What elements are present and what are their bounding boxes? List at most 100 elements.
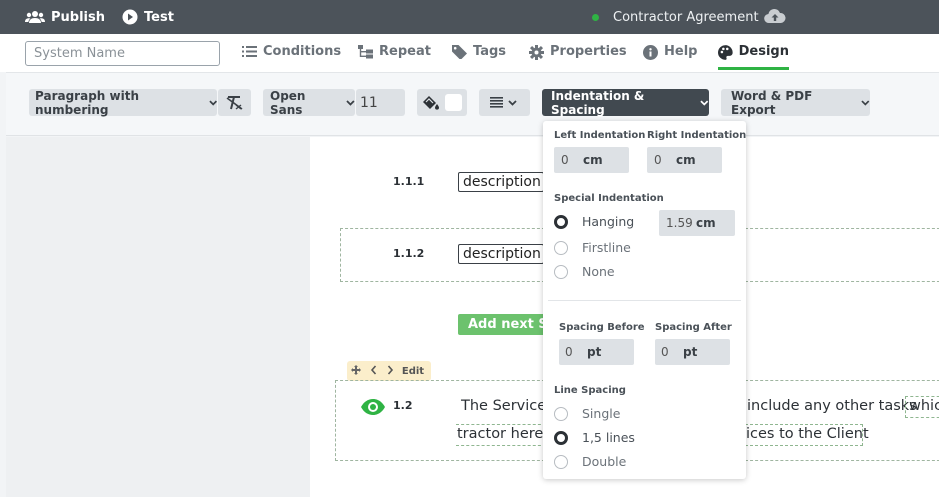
tab-conditions-label: Conditions	[263, 44, 342, 59]
clause-number: 1.2	[393, 399, 413, 412]
clause-text-1a: The Services	[461, 398, 554, 414]
tab-help-label: Help	[664, 44, 698, 59]
font-size-input[interactable]: 11	[356, 89, 405, 116]
test-button[interactable]: Test	[122, 0, 174, 34]
right-indentation-input[interactable]: 0 cm	[647, 147, 722, 173]
list-icon	[242, 46, 257, 57]
clause-text-2a: tractor hereb	[457, 426, 553, 442]
tab-repeat-label: Repeat	[379, 44, 431, 59]
tag-icon	[452, 45, 467, 59]
tab-tags-label: Tags	[473, 44, 507, 59]
left-pane	[6, 137, 310, 497]
clause-text-2b: ices to the Client	[746, 426, 869, 442]
font-family-select[interactable]: Open Sans	[263, 88, 355, 117]
chevron-left-icon[interactable]	[365, 364, 382, 378]
description-field[interactable]: description	[458, 244, 544, 264]
chevron-right-icon[interactable]	[382, 364, 399, 378]
test-label: Test	[144, 9, 174, 25]
document-title-text: Contractor Agreement	[613, 9, 759, 25]
firstline-label: Firstline	[582, 240, 631, 255]
palette-icon	[718, 45, 733, 60]
tab-conditions[interactable]: Conditions	[242, 42, 341, 70]
left-indentation-value: 0	[561, 153, 569, 167]
export-select[interactable]: Word & PDF Export	[721, 89, 870, 117]
spacing-before-input[interactable]: 0 pt	[559, 339, 634, 365]
fill-color-button[interactable]	[417, 89, 467, 116]
left-indentation-input[interactable]: 0 cm	[554, 147, 629, 173]
clause-block	[335, 380, 550, 461]
gear-icon	[529, 45, 544, 60]
spacing-after-input[interactable]: 0 pt	[655, 339, 730, 365]
paint-bucket-icon	[423, 95, 439, 110]
single-radio[interactable]	[554, 407, 568, 421]
double-radio[interactable]	[554, 455, 568, 469]
description-field[interactable]: description	[458, 172, 544, 192]
move-icon[interactable]	[347, 364, 365, 378]
tab-design[interactable]: Design	[718, 42, 789, 70]
left-indentation-unit: cm	[583, 153, 603, 167]
section-block-right	[745, 228, 939, 282]
chevron-down-icon	[508, 99, 517, 106]
special-indentation-input[interactable]: 1.59 cm	[659, 210, 735, 236]
item-number: 1.1.2	[393, 247, 425, 260]
spacing-after-value: 0	[661, 345, 669, 359]
panel-divider	[548, 300, 741, 301]
indentation-spacing-label: Indentation & Spacing	[551, 88, 645, 117]
hanging-radio[interactable]	[554, 215, 568, 229]
one-and-half-radio[interactable]	[554, 431, 568, 445]
line-spacing-label: Line Spacing	[554, 385, 626, 396]
indentation-spacing-button[interactable]: Indentation & Spacing	[542, 88, 709, 117]
paragraph-style-select[interactable]: Paragraph with numbering	[29, 89, 217, 117]
clause-text-1c: whic	[909, 398, 939, 414]
clause-block-right	[745, 380, 939, 461]
sitemap-icon	[358, 45, 373, 59]
status-dot-icon	[592, 13, 599, 21]
publish-button[interactable]: Publish	[25, 0, 105, 34]
spacing-before-label: Spacing Before	[559, 322, 645, 333]
right-indentation-label: Right Indentation	[647, 130, 747, 141]
top-bar: Publish Test Contractor Agreement	[0, 0, 939, 34]
right-indentation-value: 0	[654, 153, 662, 167]
tab-help[interactable]: Help	[643, 42, 697, 70]
spacing-after-label: Spacing After	[655, 322, 732, 333]
clear-format-button[interactable]	[218, 89, 251, 116]
eye-icon[interactable]	[360, 398, 386, 416]
clause-edit-bar: Edit	[347, 361, 431, 381]
spacing-before-unit: pt	[587, 345, 602, 359]
tab-properties-label: Properties	[550, 44, 627, 59]
double-label: Double	[582, 454, 627, 469]
chevron-down-icon	[861, 99, 870, 106]
tab-row: Conditions Repeat Tags Properties Help	[0, 34, 939, 72]
single-label: Single	[582, 406, 621, 421]
tab-tags[interactable]: Tags	[452, 42, 506, 70]
special-indentation-unit: cm	[696, 216, 716, 230]
document-title: Contractor Agreement	[592, 0, 759, 34]
cloud-upload-icon[interactable]	[764, 8, 786, 24]
special-indentation-label: Special Indentation	[554, 193, 664, 204]
fill-color-swatch	[445, 94, 462, 111]
tab-properties[interactable]: Properties	[529, 42, 627, 70]
tab-repeat[interactable]: Repeat	[358, 42, 431, 70]
info-icon	[643, 45, 658, 60]
one-and-half-label: 1,5 lines	[582, 430, 635, 445]
none-label: None	[582, 264, 615, 279]
item-number: 1.1.1	[393, 175, 425, 188]
font-size-value: 11	[360, 94, 378, 111]
clause-text-1b: include any other tasks	[747, 398, 917, 414]
chevron-down-icon	[346, 99, 355, 106]
none-radio[interactable]	[554, 265, 568, 279]
system-name-input[interactable]	[25, 41, 220, 66]
font-family-value: Open Sans	[270, 88, 306, 117]
edit-button[interactable]: Edit	[399, 366, 427, 377]
hanging-label: Hanging	[582, 214, 635, 229]
align-justify-icon	[490, 97, 503, 108]
right-indentation-unit: cm	[676, 153, 696, 167]
special-indentation-value: 1.59	[666, 216, 693, 230]
play-circle-icon	[122, 9, 138, 25]
firstline-radio[interactable]	[554, 241, 568, 255]
spacing-before-value: 0	[565, 345, 573, 359]
alignment-select[interactable]	[479, 89, 530, 116]
users-icon	[25, 11, 45, 23]
publish-label: Publish	[51, 9, 105, 25]
chevron-down-icon	[700, 99, 709, 106]
